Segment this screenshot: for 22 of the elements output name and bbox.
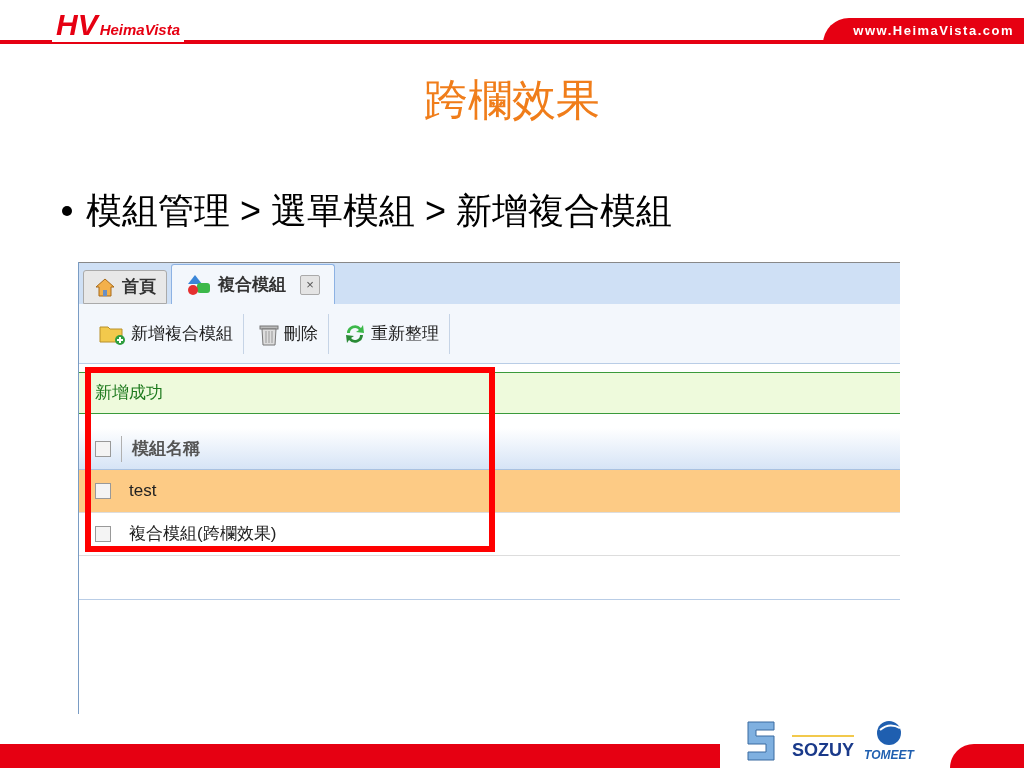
column-header: 模組名稱 (132, 437, 200, 460)
logo-text: HeimaVista (99, 21, 180, 40)
checkbox[interactable] (95, 440, 111, 457)
bullet-text: 模組管理 > 選單模組 > 新增複合模組 (86, 189, 673, 233)
toolbar-button[interactable]: 新增複合模組 (99, 313, 244, 354)
brand-logo-text: TOMEET (864, 747, 914, 764)
globe-icon (875, 720, 902, 746)
table-row[interactable]: test (79, 470, 900, 513)
close-button[interactable]: × (300, 274, 320, 295)
success-message: 新增成功 (79, 372, 900, 414)
toolbar-button[interactable]: 重新整理 (329, 313, 450, 354)
checkbox[interactable] (95, 526, 111, 542)
toolbar-button[interactable]: 刪除 (244, 313, 329, 354)
house-icon (94, 277, 116, 297)
brand-logo-text: SOZUY (792, 735, 854, 764)
slide-title: 跨欄效果 (424, 75, 600, 125)
table-cell-text: test (129, 480, 157, 503)
tab[interactable]: 首頁 (83, 270, 167, 304)
checkbox[interactable] (95, 483, 111, 499)
table-cell-text: 複合模組(跨欄效果) (129, 523, 277, 546)
tab[interactable]: 複合模組 × (171, 264, 335, 304)
shapes-icon (186, 273, 212, 296)
